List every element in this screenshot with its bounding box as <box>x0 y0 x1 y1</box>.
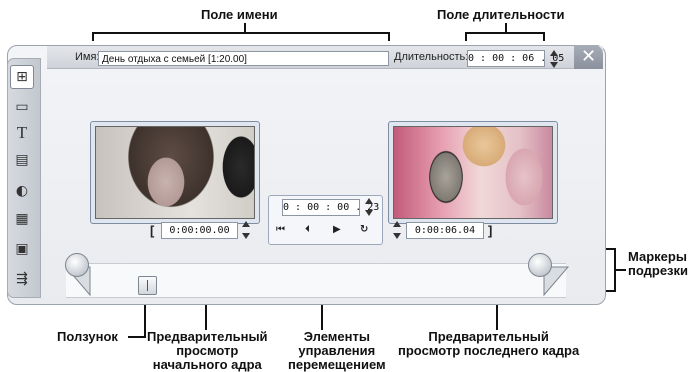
current-timecode-spinner[interactable] <box>364 197 374 217</box>
bracket-tick <box>92 32 94 41</box>
bracket-stem <box>244 23 246 33</box>
spin-down-icon[interactable] <box>242 233 250 239</box>
start-timecode-spinner[interactable] <box>241 220 251 240</box>
go-to-start-icon[interactable]: ⏮ <box>276 223 285 237</box>
spin-down-icon[interactable] <box>550 62 558 68</box>
in-marker-bracket: [ <box>150 223 155 238</box>
duration-field[interactable]: 0 : 00 : 06 . 05 <box>467 50 564 67</box>
spin-down-icon[interactable] <box>365 210 373 216</box>
spin-up-icon[interactable] <box>242 221 250 227</box>
close-button[interactable]: ✕ <box>574 45 603 69</box>
spin-down-icon[interactable] <box>393 233 401 239</box>
callout-start-preview: Предварительный просмотр начального адра <box>147 329 268 372</box>
video-tool-icon[interactable]: ⊞ <box>10 65 34 89</box>
callout-transport: Элементы управления перемещением <box>288 329 386 372</box>
duration-label: Длительность: <box>394 51 469 63</box>
bracket-tick <box>388 32 390 41</box>
pointer-scrubber <box>128 336 146 338</box>
clapper-tool-icon[interactable]: ▦ <box>11 208 33 230</box>
clip-name-field[interactable]: День отдыха с семьей [1:20.00] <box>98 51 389 66</box>
callout-trim-markers: Маркеры подрезки <box>628 249 689 278</box>
duration-spinner[interactable] <box>549 49 559 69</box>
title-tool-icon[interactable]: T <box>11 122 33 144</box>
bracket-tick <box>606 290 616 292</box>
plug-tool-icon[interactable]: ⇶ <box>11 268 33 290</box>
tool-sidebar <box>7 58 41 298</box>
left-trim-knob[interactable] <box>65 253 89 277</box>
spin-up-icon[interactable] <box>550 50 558 56</box>
callout-duration-field: Поле длительности <box>437 7 565 22</box>
end-timecode-field[interactable]: 0:00:06.04 <box>406 222 484 239</box>
previous-frame-icon[interactable]: ⏴ <box>305 223 310 237</box>
end-frame-preview <box>388 121 558 224</box>
start-timecode-field[interactable]: 0:00:00.00 <box>161 222 238 239</box>
callout-name-field: Поле имени <box>201 7 278 22</box>
scrubber-handle[interactable] <box>138 276 157 295</box>
effects-tool-icon[interactable]: ▣ <box>11 238 33 260</box>
spin-up-icon[interactable] <box>393 221 401 227</box>
scrubber-grip <box>147 280 148 291</box>
bracket-stem <box>614 269 626 271</box>
bracket-name-field <box>92 32 390 34</box>
start-frame-image <box>95 126 255 219</box>
end-frame-image <box>393 126 553 219</box>
bracket-tick <box>465 32 467 41</box>
start-frame-preview <box>90 121 260 224</box>
loop-icon[interactable]: ↻ <box>360 223 368 237</box>
bracket-tick <box>606 248 616 250</box>
current-timecode-field[interactable]: 0 : 00 : 00 . 23 <box>282 199 379 216</box>
image-tool-icon[interactable]: ▭ <box>11 96 33 118</box>
right-trim-knob[interactable] <box>528 253 552 277</box>
disc-menu-tool-icon[interactable]: ▤ <box>11 149 33 171</box>
sound-tool-icon[interactable]: ◐ <box>11 180 33 202</box>
end-timecode-spinner[interactable] <box>392 220 402 240</box>
spin-up-icon[interactable] <box>365 198 373 204</box>
out-marker-bracket: ] <box>488 223 493 238</box>
bracket-tick <box>543 32 545 41</box>
name-label: Имя: <box>75 51 100 63</box>
callout-end-preview: Предварительный просмотр последнего кадра <box>398 329 580 358</box>
bracket-stem <box>505 23 507 33</box>
play-icon[interactable]: ▶ <box>333 223 341 237</box>
callout-scrubber: Ползунок <box>57 329 118 344</box>
